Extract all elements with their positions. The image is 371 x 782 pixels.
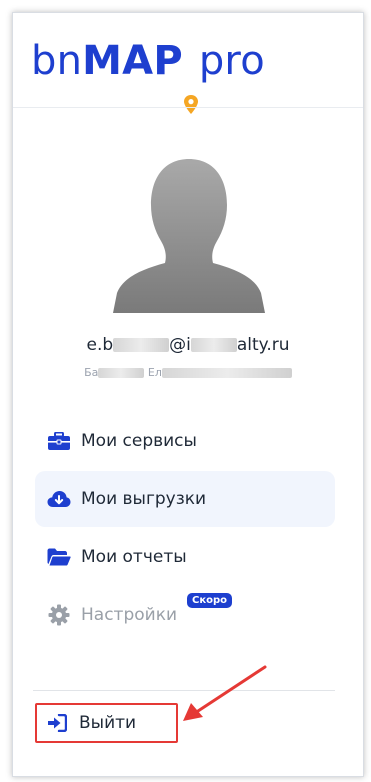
sidebar-item-reports[interactable]: Мои отчеты — [35, 529, 335, 585]
redacted-text — [190, 338, 237, 352]
folder-open-icon — [47, 546, 71, 568]
logout-label: Выйти — [79, 713, 137, 733]
sidebar-item-label: Мои выгрузки — [81, 489, 207, 509]
sign-in-icon — [47, 713, 69, 733]
sidebar-item-services[interactable]: Мои сервисы — [35, 413, 335, 469]
redacted-text — [113, 338, 170, 352]
sidebar-item-settings[interactable]: Настройки Скоро — [35, 587, 335, 643]
cloud-download-icon — [47, 488, 71, 510]
avatar — [109, 153, 269, 313]
user-email: e.b @i alty.ru — [86, 335, 290, 355]
brand-logo[interactable]: bnMAP pro — [31, 37, 265, 114]
sidebar-item-label: Мои сервисы — [81, 431, 197, 451]
status-badge: Скоро — [187, 593, 233, 608]
sidebar-menu: Мои сервисы Мои выгрузки Мои отчеты Наст… — [35, 413, 335, 645]
sidebar-item-label: Мои отчеты — [81, 547, 187, 567]
logo-text-bn: bn — [31, 38, 83, 84]
user-name: Ба Ел — [13, 366, 363, 379]
annotation-arrow-icon — [183, 665, 267, 721]
logo-text-map: MAP — [82, 38, 183, 84]
header-divider — [13, 107, 363, 108]
sidebar-item-label: Настройки — [81, 605, 178, 625]
redacted-text — [98, 368, 145, 378]
redacted-text — [161, 368, 292, 378]
sidebar-panel: bnMAP pro e.b @i alty.ru Ба Ел Мои сервисы — [12, 12, 364, 777]
logout-button[interactable]: Выйти — [35, 703, 178, 743]
user-silhouette-icon — [113, 159, 265, 313]
gear-icon — [47, 604, 71, 626]
logo-text-pro: pro — [198, 38, 265, 84]
briefcase-icon — [47, 430, 71, 452]
sidebar-item-downloads[interactable]: Мои выгрузки — [35, 471, 335, 527]
